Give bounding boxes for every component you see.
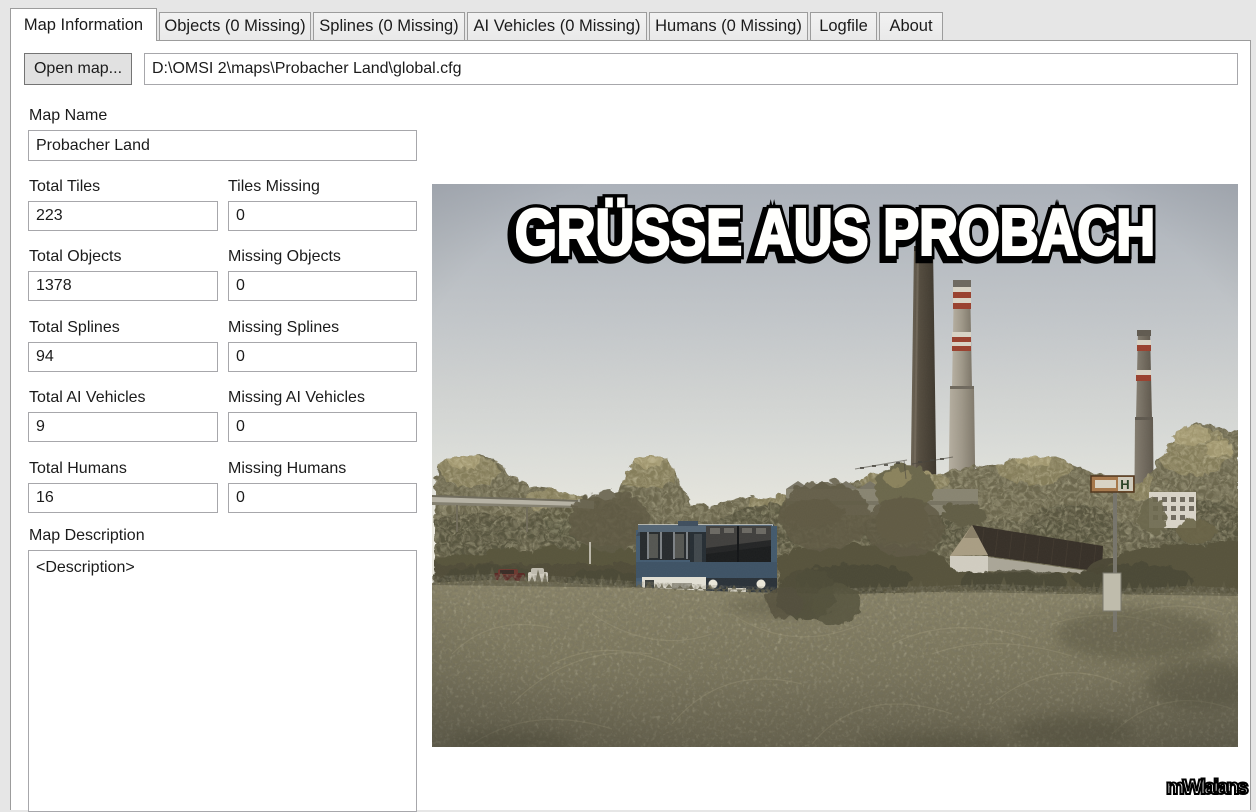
svg-text:GRÜSSE AUS PROBACH: GRÜSSE AUS PROBACH	[515, 196, 1155, 268]
